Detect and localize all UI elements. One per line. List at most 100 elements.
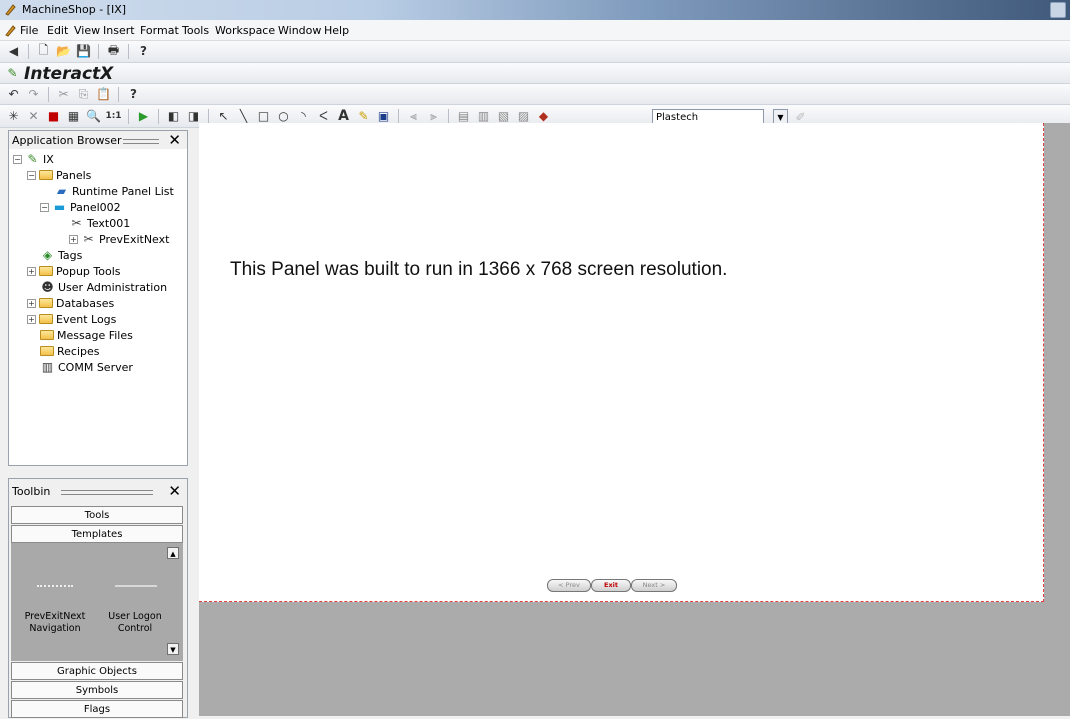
menu-file[interactable]: File (20, 24, 38, 37)
tree-node-user-administration[interactable]: ☻ User Administration (40, 279, 167, 295)
tree-label: Message Files (57, 328, 133, 342)
align-left-icon[interactable]: ⫷ (406, 109, 421, 124)
pen-icon[interactable]: ✎ (356, 109, 371, 124)
expand-icon[interactable]: + (69, 234, 78, 244)
window-control-button[interactable] (1050, 2, 1066, 18)
menu-view[interactable]: View (74, 24, 100, 37)
expand-icon[interactable]: + (27, 266, 36, 276)
toolbin-graphic-objects-button[interactable]: Graphic Objects (11, 662, 183, 680)
template-label: User Logon (108, 611, 162, 622)
tree-node-popup-tools[interactable]: + Popup Tools (27, 263, 121, 279)
toolbin-templates-button[interactable]: Templates (11, 525, 183, 543)
tree-node-root[interactable]: − ✎ IX (13, 151, 54, 167)
expand-icon[interactable]: + (27, 298, 36, 308)
template-user-logon[interactable]: User Logon Control (100, 611, 170, 635)
help-icon[interactable]: ? (126, 87, 141, 102)
toolbin-title: Toolbin (12, 485, 51, 498)
tree-node-text001[interactable]: ✂ Text001 (69, 215, 130, 231)
run-icon[interactable]: ▶ (136, 109, 151, 124)
tree-node-panels[interactable]: − Panels (27, 167, 91, 183)
drag-grip[interactable] (123, 139, 159, 144)
rectangle-icon[interactable]: □ (256, 109, 271, 124)
menu-workspace[interactable]: Workspace (215, 24, 275, 37)
tree-node-prevexitnext[interactable]: + ✂ PrevExitNext (69, 231, 169, 247)
order-icon[interactable]: ▧ (496, 109, 511, 124)
prev-button[interactable]: < Prev (547, 579, 591, 592)
expand-icon[interactable]: + (27, 314, 36, 324)
document-icon[interactable] (4, 24, 17, 37)
distribute-icon[interactable]: ▥ (476, 109, 491, 124)
menu-tools[interactable]: Tools (182, 24, 209, 37)
polygon-icon[interactable]: ᐸ (316, 109, 331, 124)
undo-icon[interactable]: ↶ (6, 87, 21, 102)
image-icon[interactable]: ▣ (376, 109, 391, 124)
toolbin-symbols-button[interactable]: Symbols (11, 681, 183, 699)
brush-icon[interactable]: ✐ (793, 109, 808, 124)
scroll-up-icon[interactable]: ▲ (167, 547, 179, 559)
panel-canvas[interactable]: This Panel was built to run in 1366 x 76… (199, 123, 1044, 602)
tree-node-runtime-panel-list[interactable]: ▰ Runtime Panel List (54, 183, 174, 199)
drag-grip[interactable] (61, 490, 153, 495)
cut-icon[interactable]: ✂ (56, 87, 71, 102)
tree-node-databases[interactable]: + Databases (27, 295, 114, 311)
tree-node-comm-server[interactable]: ▥ COMM Server (40, 359, 133, 375)
line-icon[interactable]: ╲ (236, 109, 251, 124)
align-icon[interactable]: ▤ (456, 109, 471, 124)
grid-icon[interactable]: ▦ (66, 109, 81, 124)
panel-right-icon[interactable]: ◨ (186, 109, 201, 124)
separator (398, 108, 399, 124)
menu-window[interactable]: Window (278, 24, 321, 37)
print-icon[interactable]: 🖶 (106, 43, 121, 59)
exit-button[interactable]: Exit (591, 579, 631, 592)
text-icon[interactable]: A (336, 108, 351, 124)
color-icon[interactable]: ◆ (536, 109, 551, 124)
toolbin-flags-button[interactable]: Flags (11, 700, 183, 718)
tree-node-event-logs[interactable]: + Event Logs (27, 311, 116, 327)
font-combo-dropdown-icon[interactable]: ▼ (773, 109, 788, 124)
window-title-bar: MachineShop - [IX] (0, 0, 1070, 20)
close-icon[interactable]: ✕ (168, 482, 181, 500)
delete-icon[interactable]: ✕ (26, 109, 41, 124)
template-label: Control (117, 623, 153, 634)
user-logon-preview[interactable] (115, 585, 157, 590)
tree-node-message-files[interactable]: Message Files (40, 327, 133, 343)
zoom-icon[interactable]: 🔍 (86, 109, 101, 124)
tree-node-panel002[interactable]: − ▬ Panel002 (40, 199, 121, 215)
prevexitnext-preview[interactable] (37, 585, 73, 590)
collapse-icon[interactable]: − (13, 154, 22, 164)
menu-insert[interactable]: Insert (103, 24, 135, 37)
tree-label: Recipes (57, 344, 100, 358)
collapse-icon[interactable]: − (40, 202, 49, 212)
copy-icon[interactable]: ⎘ (76, 87, 91, 102)
menu-format[interactable]: Format (140, 24, 179, 37)
next-button[interactable]: Next > (631, 579, 677, 592)
toolbin-tools-button[interactable]: Tools (11, 506, 183, 524)
tree-node-recipes[interactable]: Recipes (40, 343, 100, 359)
align-right-icon[interactable]: ⫸ (426, 109, 441, 124)
back-icon[interactable]: ◀ (6, 44, 21, 59)
scroll-down-icon[interactable]: ▼ (167, 643, 179, 655)
close-icon[interactable]: ✕ (168, 131, 181, 149)
arc-icon[interactable]: ◝ (296, 109, 311, 124)
help-icon[interactable]: ? (136, 44, 151, 59)
zoom-actual-icon[interactable]: 1:1 (105, 109, 121, 124)
ellipse-icon[interactable]: ○ (276, 109, 291, 124)
panel-resolution-message[interactable]: This Panel was built to run in 1366 x 76… (230, 259, 727, 281)
paste-icon[interactable]: 📋 (96, 87, 111, 102)
redo-icon[interactable]: ↷ (26, 87, 41, 102)
open-folder-icon[interactable]: 📂 (56, 44, 71, 59)
template-prevexitnext[interactable]: PrevExitNext Navigation (20, 611, 90, 635)
size-icon[interactable]: ▨ (516, 109, 531, 124)
grid-snap-icon[interactable]: ✳ (6, 109, 21, 124)
font-combo[interactable]: Plastech (652, 109, 764, 124)
new-file-icon[interactable]: 🗋 (36, 43, 51, 59)
menu-help[interactable]: Help (324, 24, 349, 37)
select-pointer-icon[interactable]: ↖ (216, 109, 231, 124)
collapse-icon[interactable]: − (27, 170, 36, 180)
application-browser-panel: Application Browser ✕ − ✎ IX − Panels ▰ … (8, 130, 188, 466)
red-tool-icon[interactable]: ■ (46, 109, 61, 124)
menu-edit[interactable]: Edit (47, 24, 68, 37)
tree-node-tags[interactable]: ◈ Tags (40, 247, 82, 263)
save-icon[interactable]: 💾 (76, 44, 91, 59)
panel-left-icon[interactable]: ◧ (166, 109, 181, 124)
